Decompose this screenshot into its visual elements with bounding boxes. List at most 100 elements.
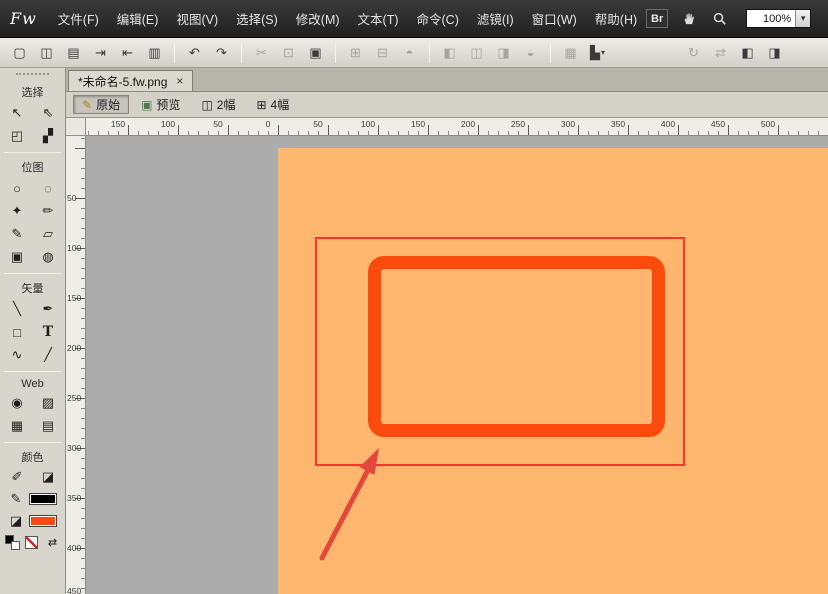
blur-tool[interactable]: ◍ [35, 246, 61, 268]
rotate-button[interactable]: ↻ [681, 42, 706, 64]
main-toolbar: ▢ ◫ ▤ ⇥ ⇤ ▥ ↶ ↷ ✂ ⊡ ▣ ⊞ ⊟ ◓ ◧ ◫ ◨ ◒ [0, 38, 828, 68]
text-tool[interactable]: T [35, 321, 61, 343]
menu-item-text[interactable]: 文本(T) [349, 5, 408, 32]
horizontal-ruler: 150 100 50 0 50 100 150 200 250 300 350 … [86, 118, 828, 136]
magic-wand-tool[interactable]: ✦ [4, 200, 30, 222]
ruler-h-label: 50 [308, 119, 328, 129]
flip-button[interactable]: ⇄ [708, 42, 733, 64]
menu-item-select[interactable]: 选择(S) [227, 5, 287, 32]
view-mode-2up-button[interactable]: ◫ 2幅 [192, 95, 244, 114]
open-button[interactable]: ▤ [61, 42, 86, 64]
crop-tool[interactable]: ▞ [35, 125, 61, 147]
vector-tools-grid: ╲ ✒ □ T ∿ ╱ [0, 297, 65, 368]
pencil-icon: ✎ [82, 98, 92, 112]
pencil-tool[interactable]: ✎ [4, 223, 30, 245]
hand-icon[interactable] [680, 10, 698, 28]
panel-toggle-left-button[interactable]: ◧ [735, 42, 760, 64]
eraser-tool[interactable]: ▱ [35, 223, 61, 245]
align-menu-button[interactable]: ▙ ▾ [585, 42, 610, 64]
toolbar-separator [335, 43, 336, 63]
align-bottom-button[interactable]: ◒ [518, 42, 543, 64]
group-button[interactable]: ⊞ [343, 42, 368, 64]
ruler-v-label: 450 [67, 586, 85, 594]
tools-section-label-vector: 矢量 [0, 277, 65, 297]
align-menu-icon: ▙ [590, 45, 600, 61]
menu-item-modify[interactable]: 修改(M) [287, 5, 349, 32]
panel-grip[interactable] [16, 73, 49, 78]
free-transform-button[interactable]: ▦ [558, 42, 583, 64]
ruler-h-label: 200 [458, 119, 478, 129]
ruler-v-label: 150 [67, 293, 85, 303]
document-tab[interactable]: *未命名-5.fw.png × [68, 70, 193, 91]
ruler-h-label: 150 [108, 119, 128, 129]
menu-item-view[interactable]: 视图(V) [167, 5, 227, 32]
view-mode-original-button[interactable]: ✎ 原始 [73, 95, 129, 114]
menu-item-help[interactable]: 帮助(H) [586, 5, 646, 32]
align-right-button[interactable]: ◨ [491, 42, 516, 64]
menu-item-edit[interactable]: 编辑(E) [108, 5, 168, 32]
eyedropper-tool[interactable]: ✐ [4, 466, 30, 488]
align-center-button[interactable]: ◫ [464, 42, 489, 64]
stroke-color-well[interactable] [29, 493, 57, 505]
rectangle-tool[interactable]: □ [4, 321, 30, 343]
tools-section-label-web: Web [0, 375, 65, 391]
ruler-h-label: 250 [508, 119, 528, 129]
redo-button[interactable]: ↷ [209, 42, 234, 64]
view-mode-original-label: 原始 [96, 96, 120, 113]
brush-tool[interactable]: ✏ [35, 200, 61, 222]
swap-colors-button[interactable]: ⇄ [45, 535, 60, 550]
freeform-tool[interactable]: ∿ [4, 344, 30, 366]
zoom-level-combobox[interactable]: 100% ▾ [746, 9, 811, 28]
ruler-v-label: 250 [67, 393, 85, 403]
line-tool[interactable]: ╲ [4, 298, 30, 320]
save-button[interactable]: ◫ [34, 42, 59, 64]
subselection-tool[interactable]: ⇖ [35, 102, 61, 124]
bring-to-front-button[interactable]: ◓ [397, 42, 422, 64]
canvas-viewport[interactable] [86, 136, 828, 594]
oval-marquee-tool[interactable]: ○ [4, 177, 30, 199]
print-button[interactable]: ▥ [142, 42, 167, 64]
panel-toggle-right-button[interactable]: ◨ [762, 42, 787, 64]
view-mode-bar: ✎ 原始 ▣ 预览 ◫ 2幅 ⊞ 4幅 [66, 92, 828, 118]
ruler-v-label: 350 [67, 493, 85, 503]
show-slices-button[interactable]: ▦ [4, 415, 30, 437]
knife-tool[interactable]: ╱ [35, 344, 61, 366]
app-logo: Fw [10, 9, 37, 28]
lasso-tool[interactable]: ◌ [35, 177, 61, 199]
default-colors-button[interactable] [5, 535, 20, 550]
paste-button[interactable]: ▣ [303, 42, 328, 64]
view-mode-preview-button[interactable]: ▣ 预览 [132, 95, 189, 114]
close-icon[interactable]: × [176, 75, 183, 87]
undo-button[interactable]: ↶ [182, 42, 207, 64]
pointer-tool[interactable]: ↖ [4, 102, 30, 124]
default-fill-swatch [11, 541, 20, 550]
document-tab-title: *未命名-5.fw.png [78, 73, 167, 90]
new-document-button[interactable]: ▢ [7, 42, 32, 64]
tools-panel: 选择 ↖ ⇖ ◰ ▞ 位图 ○ ◌ ✦ ✏ ✎ ▱ ▣ ◍ 矢量 ╲ ✒ □ T… [0, 68, 66, 594]
cut-button[interactable]: ✂ [249, 42, 274, 64]
menu-item-file[interactable]: 文件(F) [49, 5, 108, 32]
menu-item-commands[interactable]: 命令(C) [408, 5, 468, 32]
view-mode-4up-button[interactable]: ⊞ 4幅 [247, 95, 298, 114]
paint-bucket-tool[interactable]: ◪ [35, 466, 61, 488]
align-left-button[interactable]: ◧ [437, 42, 462, 64]
slice-tool[interactable]: ▨ [35, 392, 61, 414]
export-button[interactable]: ⇤ [115, 42, 140, 64]
scale-tool[interactable]: ◰ [4, 125, 30, 147]
bridge-button[interactable]: Br [646, 9, 668, 28]
color-utility-row: ⇄ [0, 532, 65, 550]
ruler-h-label: 100 [158, 119, 178, 129]
menu-item-filters[interactable]: 滤镜(I) [468, 5, 523, 32]
no-color-button[interactable] [25, 535, 40, 550]
chevron-down-icon[interactable]: ▾ [795, 10, 810, 27]
fill-color-well[interactable] [29, 515, 57, 527]
copy-button[interactable]: ⊡ [276, 42, 301, 64]
import-button[interactable]: ⇥ [88, 42, 113, 64]
pen-tool[interactable]: ✒ [35, 298, 61, 320]
menu-item-window[interactable]: 窗口(W) [523, 5, 586, 32]
search-icon[interactable] [710, 10, 728, 28]
rubber-stamp-tool[interactable]: ▣ [4, 246, 30, 268]
hotspot-tool[interactable]: ◉ [4, 392, 30, 414]
ungroup-button[interactable]: ⊟ [370, 42, 395, 64]
hide-slices-button[interactable]: ▤ [35, 415, 61, 437]
